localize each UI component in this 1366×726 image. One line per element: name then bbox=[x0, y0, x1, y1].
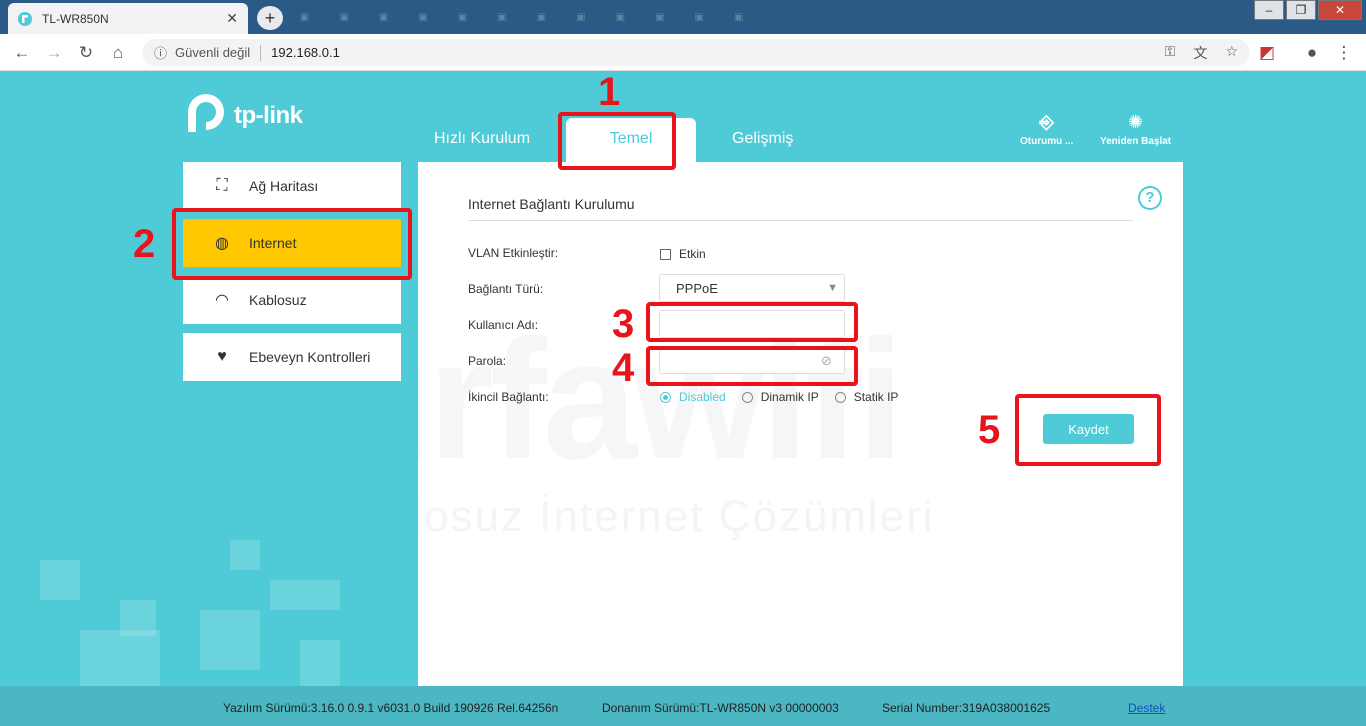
username-label: Kullanıcı Adı: bbox=[468, 318, 539, 332]
browser-tab[interactable]: TL-WR850N ✕ bbox=[8, 3, 248, 34]
bookmark-star-icon[interactable]: ☆ bbox=[1225, 43, 1238, 63]
profile-icon[interactable]: ● bbox=[1302, 43, 1322, 63]
tab-quick-setup[interactable]: Hızlı Kurulum bbox=[418, 118, 546, 162]
sidebar-item-wireless[interactable]: ◠ Kablosuz bbox=[183, 276, 401, 324]
reboot-icon: ✺ bbox=[1128, 112, 1144, 132]
background-window-strip: ▣ ▣ ▣ ▣ ▣ ▣ ▣ ▣ ▣ ▣ ▣ ▣ bbox=[300, 11, 744, 23]
hardware-version: Donanım Sürümü:TL-WR850N v3 00000003 bbox=[602, 701, 839, 715]
translate-icon[interactable]: 文 bbox=[1193, 43, 1207, 63]
section-title: Internet Bağlantı Kurulumu bbox=[468, 196, 1133, 221]
password-label: Parola: bbox=[468, 354, 507, 368]
tp-link-mark-icon bbox=[188, 94, 224, 132]
window-close-button[interactable]: ✕ bbox=[1318, 0, 1362, 20]
background-decoration bbox=[80, 630, 160, 686]
heart-icon: ♥ bbox=[217, 348, 227, 365]
pdf-extension-icon[interactable]: ◩ bbox=[1257, 43, 1277, 63]
omnibox-divider bbox=[260, 44, 262, 61]
annotation-number-3: 3 bbox=[612, 302, 635, 346]
browser-toolbar: ← → ↻ ⌂ ⓘ Güvenli değil 192.168.0.1 ⚿ 文 … bbox=[0, 34, 1366, 71]
wireless-icon: ◠ bbox=[215, 292, 229, 309]
tab-title: TL-WR850N bbox=[42, 11, 109, 26]
logout-button[interactable]: ⎆ Oturumu ... bbox=[1020, 112, 1073, 147]
address-bar[interactable]: ⓘ Güvenli değil 192.168.0.1 ⚿ 文 ☆ bbox=[142, 39, 1250, 66]
key-icon[interactable]: ⚿ bbox=[1165, 43, 1176, 63]
annotation-box-2 bbox=[172, 208, 412, 280]
tp-link-logo[interactable]: tp-link bbox=[182, 92, 303, 140]
radio-dynamic-ip[interactable]: Dinamik IP bbox=[741, 390, 819, 404]
vlan-label: VLAN Etkinleştir: bbox=[468, 246, 559, 260]
tab-close-icon[interactable]: ✕ bbox=[226, 10, 238, 27]
window-controls: – ❐ ✕ bbox=[1254, 0, 1362, 20]
background-decoration bbox=[300, 640, 340, 686]
home-icon[interactable]: ⌂ bbox=[108, 43, 128, 63]
sidebar-item-label: Kablosuz bbox=[249, 292, 307, 308]
vlan-enable-checkbox[interactable]: Etkin bbox=[660, 247, 706, 261]
support-link[interactable]: Destek bbox=[1128, 701, 1165, 715]
sidebar-item-label: Ağ Haritası bbox=[249, 178, 319, 194]
annotation-box-4 bbox=[646, 346, 858, 386]
sidebar-item-network-map[interactable]: ⛶ Ağ Haritası bbox=[183, 162, 401, 210]
footer: Yazılım Sürümü:3.16.0 0.9.1 v6031.0 Buil… bbox=[0, 686, 1366, 726]
firmware-version: Yazılım Sürümü:3.16.0 0.9.1 v6031.0 Buil… bbox=[223, 701, 559, 715]
watermark-tagline: Kablosuz İnternet Çözümleri bbox=[418, 492, 935, 541]
radio-dot[interactable] bbox=[660, 391, 671, 403]
tab-advanced[interactable]: Gelişmiş bbox=[716, 118, 809, 162]
secondary-connection-radio-group: Disabled Dinamik IP Statik IP bbox=[660, 390, 898, 404]
annotation-number-2: 2 bbox=[133, 222, 156, 266]
new-tab-button[interactable]: + bbox=[257, 6, 283, 30]
logout-label: Oturumu ... bbox=[1020, 136, 1074, 147]
serial-number: Serial Number:319A038001625 bbox=[882, 701, 1051, 715]
reboot-label: Yeniden Başlat bbox=[1100, 136, 1172, 147]
tp-link-favicon-icon bbox=[18, 11, 32, 26]
radio-disabled[interactable]: Disabled bbox=[660, 390, 726, 404]
radio-dot[interactable] bbox=[834, 391, 846, 403]
info-icon[interactable]: ⓘ bbox=[154, 43, 167, 62]
logout-icon: ⎆ bbox=[1039, 112, 1054, 132]
forward-icon[interactable]: → bbox=[44, 43, 64, 63]
connection-type-value: PPPoE bbox=[676, 280, 718, 296]
omnibox-actions: ⚿ 文 ☆ bbox=[1165, 43, 1238, 63]
annotation-box-1 bbox=[558, 112, 676, 170]
chevron-down-icon: ▼ bbox=[827, 282, 838, 294]
radio-static-ip[interactable]: Statik IP bbox=[834, 390, 899, 404]
window-minimize-button[interactable]: – bbox=[1254, 0, 1284, 20]
security-label: Güvenli değil bbox=[175, 45, 251, 60]
radio-label: Disabled bbox=[679, 390, 726, 404]
annotation-number-4: 4 bbox=[612, 346, 635, 390]
background-decoration bbox=[200, 610, 260, 670]
radio-label: Dinamik IP bbox=[760, 390, 819, 404]
reboot-button[interactable]: ✺ Yeniden Başlat bbox=[1100, 112, 1171, 147]
sidebar-item-parental-controls[interactable]: ♥ Ebeveyn Kontrolleri bbox=[183, 333, 401, 381]
checkbox-box[interactable] bbox=[660, 248, 671, 260]
menu-icon[interactable]: ⋮ bbox=[1334, 43, 1354, 63]
radio-label: Statik IP bbox=[853, 390, 899, 404]
sidebar-item-label: Ebeveyn Kontrolleri bbox=[249, 349, 371, 365]
reload-icon[interactable]: ↻ bbox=[76, 43, 96, 63]
background-decoration bbox=[270, 580, 340, 610]
background-decoration bbox=[40, 560, 80, 600]
secondary-connection-label: İkincil Bağlantı: bbox=[468, 390, 549, 404]
annotation-box-5 bbox=[1015, 394, 1161, 466]
checkbox-label: Etkin bbox=[679, 247, 706, 261]
annotation-number-1: 1 bbox=[598, 70, 621, 114]
network-map-icon: ⛶ bbox=[216, 177, 228, 194]
background-decoration bbox=[230, 540, 260, 570]
annotation-box-3 bbox=[646, 302, 858, 342]
url-text[interactable]: 192.168.0.1 bbox=[271, 45, 340, 60]
window-maximize-button[interactable]: ❐ bbox=[1286, 0, 1316, 20]
back-icon[interactable]: ← bbox=[12, 43, 32, 63]
help-icon[interactable]: ? bbox=[1138, 186, 1162, 210]
connection-type-label: Bağlantı Türü: bbox=[468, 282, 544, 296]
logo-text: tp-link bbox=[234, 102, 303, 129]
browser-tab-bar: TL-WR850N ✕ + ▣ ▣ ▣ ▣ ▣ ▣ ▣ ▣ ▣ ▣ ▣ ▣ – ❐ ✕ bbox=[0, 0, 1366, 34]
connection-type-select[interactable]: PPPoE ▼ bbox=[659, 274, 845, 302]
radio-dot[interactable] bbox=[741, 391, 753, 403]
annotation-number-5: 5 bbox=[978, 408, 1001, 452]
